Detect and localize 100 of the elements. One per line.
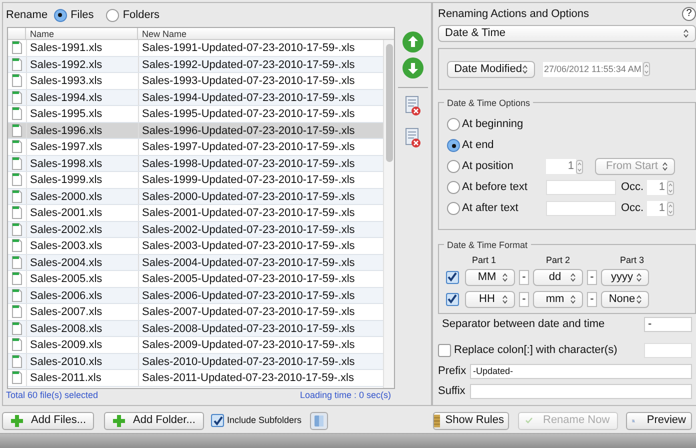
table-row[interactable]: Sales-1992.xls Sales-1992-Updated-07-23-2010-17-59-.xls: [8, 56, 383, 73]
file-icon: [12, 206, 22, 220]
radio-label[interactable]: Files: [70, 6, 94, 24]
prefix-field[interactable]: -Updated-: [470, 364, 692, 378]
radio-label[interactable]: Folders: [122, 6, 160, 24]
move-up-icon[interactable]: [402, 31, 424, 53]
selection-status: Total 60 file(s) selected: [6, 389, 98, 402]
checkbox[interactable]: [446, 270, 458, 284]
stepper-icon[interactable]: [643, 62, 650, 76]
radio-label[interactable]: At end: [462, 137, 546, 154]
updown-icon: [502, 294, 508, 304]
remove-file-icon[interactable]: [405, 96, 421, 116]
checkbox-label[interactable]: Replace colon[:] with character(s): [454, 342, 618, 358]
separator-field[interactable]: -: [519, 270, 529, 284]
file-icon: [12, 371, 22, 384]
table-row[interactable]: Sales-2000.xls Sales-2000-Updated-07-23-2010-17-59-.xls: [8, 188, 383, 205]
table-cell: Sales-2001.xls: [26, 205, 138, 220]
column-header[interactable]: Name: [26, 28, 138, 39]
panel-title: Renaming Actions and Options: [438, 6, 590, 22]
checkbox[interactable]: [438, 344, 451, 356]
radio-label[interactable]: At beginning: [462, 116, 546, 133]
file-icon: [12, 140, 22, 154]
table-row[interactable]: Sales-2004.xls Sales-2004-Updated-07-23-2010-17-59-.xls: [8, 254, 383, 271]
add-folder-button[interactable]: Add Folder...: [104, 412, 204, 430]
remove-file-icon[interactable]: [405, 128, 421, 148]
table-row[interactable]: Sales-2011.xls Sales-2011-Updated-07-23-2010-17-59-.xls: [8, 370, 383, 386]
file-icon: [12, 124, 22, 137]
replace-field[interactable]: [644, 342, 692, 358]
table-cell: Sales-2008.xls: [26, 320, 138, 336]
separator-label: Separator between date and time: [442, 316, 605, 332]
text-field[interactable]: [546, 201, 616, 216]
table-cell: Sales-1994.xls: [26, 90, 138, 105]
table-row[interactable]: Sales-1998.xls Sales-1998-Updated-07-23-2010-17-59-.xls: [8, 156, 383, 172]
table-row[interactable]: Sales-2006.xls Sales-2006-Updated-07-23-2010-17-59-.xls: [8, 288, 383, 304]
updown-icon: [662, 162, 668, 171]
finder-button[interactable]: [310, 412, 328, 430]
separator-field[interactable]: -: [587, 270, 597, 284]
help-button[interactable]: ?: [682, 7, 696, 21]
scrollbar[interactable]: [383, 40, 394, 388]
separator-field[interactable]: -: [644, 316, 692, 332]
format-select[interactable]: HH: [465, 290, 515, 308]
radio-button[interactable]: [447, 160, 460, 173]
table-cell: Sales-1993.xls: [26, 73, 138, 88]
suffix-field[interactable]: [470, 384, 692, 398]
format-select[interactable]: None: [601, 290, 649, 308]
table-row[interactable]: Sales-2008.xls Sales-2008-Updated-07-23-2010-17-59-.xls: [8, 320, 383, 337]
move-down-icon[interactable]: [402, 57, 424, 79]
column-header[interactable]: New Name: [138, 28, 394, 39]
checkbox[interactable]: [211, 414, 224, 427]
separator-field[interactable]: -: [587, 292, 597, 306]
check-icon: [525, 417, 533, 424]
date-source-select[interactable]: Date Modified: [447, 60, 535, 78]
format-select[interactable]: dd: [533, 268, 583, 286]
file-icon: [12, 305, 22, 318]
table-cell: Sales-2006.xls: [26, 288, 138, 303]
radio-label[interactable]: At before text: [462, 179, 546, 196]
rename-label: Rename: [6, 8, 48, 23]
stepper-icon[interactable]: [667, 202, 674, 216]
radio-button[interactable]: [54, 8, 67, 22]
radio-button[interactable]: [447, 118, 460, 131]
file-icon: [12, 74, 22, 88]
radio-button[interactable]: [106, 8, 119, 22]
file-icon: [12, 156, 22, 170]
occurrence-field[interactable]: 1: [647, 180, 667, 195]
updown-icon: [570, 272, 576, 282]
table-cell: Sales-1992.xls: [26, 56, 138, 72]
checkbox[interactable]: [446, 292, 458, 306]
radio-button[interactable]: [447, 139, 460, 152]
text-field[interactable]: [546, 180, 616, 195]
radio-label[interactable]: At after text: [462, 200, 546, 217]
table-cell: Sales-1995.xls: [26, 106, 138, 122]
file-icon: [12, 190, 22, 203]
position-field[interactable]: 1: [546, 159, 576, 174]
table-cell: Sales-1997.xls: [26, 139, 138, 154]
file-icon: [12, 173, 22, 186]
add-files-button[interactable]: Add Files...: [2, 412, 94, 430]
table-cell: Sales-1999.xls: [26, 172, 138, 188]
radio-label[interactable]: At position: [462, 158, 546, 175]
table-row[interactable]: Sales-1996.xls Sales-1996-Updated-07-23-2010-17-59-.xls: [8, 122, 383, 139]
checkbox-label[interactable]: Include Subfolders: [227, 414, 302, 428]
date-field[interactable]: 27/06/2012 11:55:34 AM: [543, 62, 642, 76]
action-select[interactable]: Date & Time: [438, 25, 696, 42]
table-row[interactable]: Sales-1994.xls Sales-1994-Updated-07-23-2010-17-59-.xls: [8, 90, 383, 106]
show-rules-button[interactable]: Show Rules: [433, 412, 509, 430]
occurrence-field[interactable]: 1: [647, 201, 667, 216]
table-row[interactable]: Sales-2002.xls Sales-2002-Updated-07-23-2010-17-59-.xls: [8, 222, 383, 238]
suffix-label: Suffix: [438, 384, 466, 399]
table-cell: Sales-2011.xls: [26, 370, 138, 386]
stepper-icon[interactable]: [576, 160, 583, 174]
format-select[interactable]: MM: [465, 268, 515, 286]
radio-button[interactable]: [447, 181, 460, 194]
table-row[interactable]: Sales-2010.xls Sales-2010-Updated-07-23-2010-17-59-.xls: [8, 354, 383, 370]
separator-field[interactable]: -: [519, 292, 529, 306]
updown-icon: [636, 294, 642, 304]
table-cell: Sales-2004.xls: [26, 254, 138, 270]
preview-button[interactable]: Preview: [626, 412, 692, 430]
format-select[interactable]: yyyy: [601, 268, 649, 286]
radio-button[interactable]: [447, 202, 460, 215]
stepper-icon[interactable]: [667, 180, 674, 194]
format-select[interactable]: mm: [533, 290, 583, 308]
